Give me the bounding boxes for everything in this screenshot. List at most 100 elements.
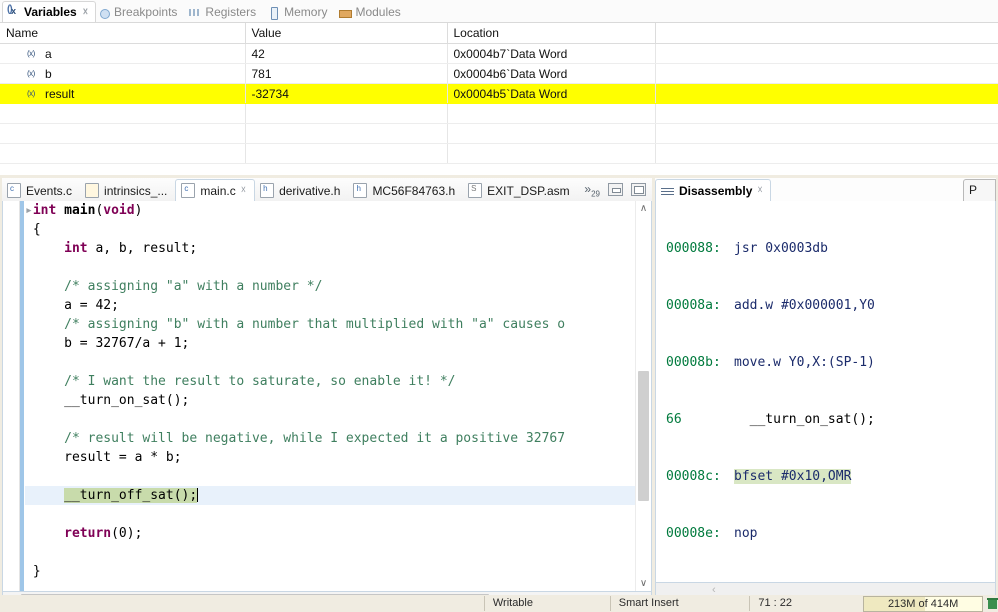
- c-file-icon: [7, 183, 21, 198]
- tab-modules-label: Modules: [355, 5, 401, 19]
- tab-intrinsics[interactable]: intrinsics_...: [80, 180, 175, 201]
- tab-modules[interactable]: Modules: [334, 2, 407, 22]
- tab-overflow-button[interactable]: »29: [584, 182, 600, 198]
- instruction: jsr 0x0003db: [734, 241, 828, 256]
- tab-events-c[interactable]: Events.c: [2, 180, 80, 201]
- disassembly-row[interactable]: 000088: jsr 0x0003db: [656, 239, 995, 258]
- source-line: __turn_on_sat();: [734, 412, 875, 427]
- instruction: nop: [734, 526, 758, 541]
- empty-cell: [447, 143, 656, 164]
- status-writable: Writable: [483, 596, 610, 611]
- table-row[interactable]: a 42 0x0004b7`Data Word: [0, 43, 998, 64]
- source-code-text[interactable]: ▸int main(void) { int a, b, result; /* a…: [25, 201, 635, 591]
- editor-gutter[interactable]: [3, 201, 20, 591]
- code-line: ▸int main(void): [25, 203, 143, 218]
- table-row-empty[interactable]: [0, 143, 998, 164]
- status-bar: Writable Smart Insert 71 : 22 213M of 41…: [0, 595, 998, 612]
- variables-table: Name Value Location a 42 0x0004b7`Data W…: [0, 23, 998, 164]
- column-header-location[interactable]: Location: [447, 23, 656, 44]
- maximize-icon[interactable]: [631, 183, 646, 197]
- variable-name-cell[interactable]: result: [0, 83, 246, 104]
- table-row[interactable]: b 781 0x0004b6`Data Word: [0, 63, 998, 84]
- variable-icon: [27, 89, 40, 99]
- editor-tabbar: Events.c intrinsics_... main.c ☓ derivat…: [2, 178, 652, 201]
- empty-cell: [245, 123, 448, 144]
- table-row-empty[interactable]: [0, 123, 998, 144]
- tab-variables-label: Variables: [24, 5, 77, 19]
- table-row-selected[interactable]: result -32734 0x0004b5`Data Word: [0, 83, 998, 104]
- variable-icon: [27, 49, 40, 59]
- tab-label: Disassembly: [679, 183, 753, 198]
- table-row-empty[interactable]: [0, 103, 998, 124]
- tab-memory[interactable]: Memory: [263, 2, 334, 22]
- empty-cell: [447, 103, 656, 124]
- modules-icon: [338, 6, 353, 19]
- tab-label: main.c: [200, 183, 236, 198]
- memory-icon: [267, 6, 280, 20]
- close-icon[interactable]: ☓: [241, 185, 246, 196]
- text-caret: [197, 488, 199, 502]
- variable-name: result: [45, 86, 75, 101]
- variable-location: 0x0004b7`Data Word: [447, 43, 656, 64]
- column-header-name[interactable]: Name: [0, 23, 246, 44]
- code-line: /* assigning "b" with a number that mult…: [64, 317, 566, 332]
- empty-cell: [655, 123, 998, 144]
- minimize-icon[interactable]: [608, 183, 623, 197]
- tab-label: derivative.h: [279, 183, 341, 198]
- debug-views-tabbar: Variables ☓ Breakpoints Registers Memory…: [0, 0, 998, 23]
- tab-main-c[interactable]: main.c ☓: [175, 179, 256, 201]
- scroll-down-icon[interactable]: ∨: [636, 576, 651, 591]
- heap-status-indicator[interactable]: 213M of 414M: [863, 595, 984, 612]
- close-icon[interactable]: ☓: [757, 185, 762, 196]
- tab-partial-right[interactable]: P: [963, 179, 996, 201]
- variable-value[interactable]: 42: [245, 43, 448, 64]
- variables-table-body: a 42 0x0004b7`Data Word b 781 0x0004b6`D…: [0, 43, 998, 164]
- code-line-current: __turn_off_sat();: [25, 486, 635, 505]
- empty-cell: [0, 103, 246, 124]
- disassembly-row[interactable]: 00008e: nop: [656, 524, 995, 543]
- instruction: bfset #0x10,OMR: [734, 469, 852, 484]
- code-editor[interactable]: ▸int main(void) { int a, b, result; /* a…: [2, 201, 652, 592]
- variables-icon: [7, 4, 20, 19]
- disassembly-content[interactable]: 000088: jsr 0x0003db 00008a: add.w #0x0000…: [655, 201, 996, 583]
- status-cursor-position: 71 : 22: [749, 596, 857, 611]
- disassembly-source-row[interactable]: 66 __turn_on_sat();: [656, 410, 995, 429]
- column-header-value[interactable]: Value: [245, 23, 448, 44]
- variable-name-cell[interactable]: a: [0, 43, 246, 64]
- disassembly-row[interactable]: 00008a: add.w #0x000001,Y0: [656, 296, 995, 315]
- disassembly-listing[interactable]: 000088: jsr 0x0003db 00008a: add.w #0x0000…: [656, 201, 995, 582]
- row-filler: [655, 83, 998, 104]
- heap-label: 213M of 414M: [887, 597, 959, 610]
- scrollbar-thumb[interactable]: [638, 371, 649, 501]
- scroll-up-icon[interactable]: ∧: [636, 201, 651, 216]
- variable-value[interactable]: 781: [245, 63, 448, 84]
- trash-icon[interactable]: [987, 597, 998, 610]
- tab-label: MC56F84763.h: [372, 183, 456, 198]
- tab-overflow-count: 29: [591, 189, 600, 198]
- tab-mc56f84763-h[interactable]: MC56F84763.h: [348, 180, 463, 201]
- h-file-icon: [85, 183, 100, 198]
- tab-label: EXIT_DSP.asm: [487, 183, 570, 198]
- variable-name-cell[interactable]: b: [0, 63, 246, 84]
- editor-tabbar-controls: »29: [584, 182, 652, 201]
- disassembly-tabbar: Disassembly ☓ P: [655, 178, 996, 201]
- disassembly-row[interactable]: 00008c: bfset #0x10,OMR: [656, 467, 995, 486]
- variables-table-header: Name Value Location: [0, 23, 998, 44]
- eclipse-debug-window: Variables ☓ Breakpoints Registers Memory…: [0, 0, 998, 612]
- instruction: add.w #0x000001,Y0: [734, 298, 875, 313]
- disassembly-row[interactable]: 00008b: move.w Y0,X:(SP-1): [656, 353, 995, 372]
- tab-exit-dsp-asm[interactable]: EXIT_DSP.asm: [463, 180, 577, 201]
- tab-disassembly[interactable]: Disassembly ☓: [655, 179, 771, 201]
- tab-breakpoints[interactable]: Breakpoints: [96, 2, 184, 22]
- editor-vertical-scrollbar[interactable]: ∧ ∨: [635, 201, 651, 591]
- code-line: result = a * b;: [25, 450, 182, 465]
- address: 00008a:: [666, 298, 721, 313]
- tab-variables[interactable]: Variables ☓: [2, 1, 97, 22]
- close-icon[interactable]: ☓: [83, 7, 88, 18]
- tab-registers[interactable]: Registers: [184, 2, 263, 22]
- line-number: 66: [666, 412, 682, 427]
- variable-value[interactable]: -32734: [245, 83, 448, 104]
- tab-derivative-h[interactable]: derivative.h: [255, 180, 348, 201]
